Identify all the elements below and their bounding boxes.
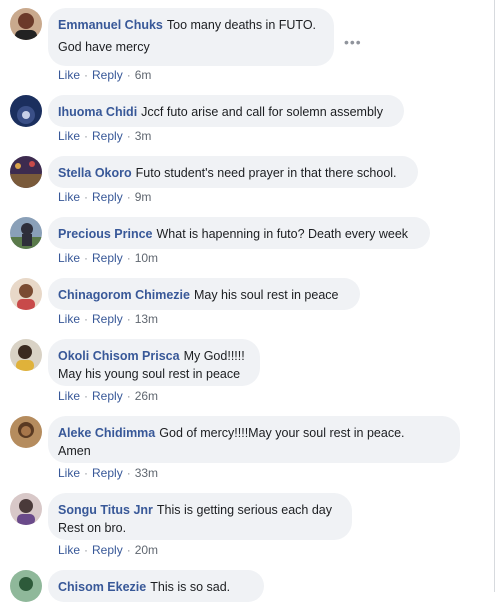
- comment-text: Futo student's need prayer in that there…: [135, 166, 397, 180]
- separator: ·: [84, 68, 89, 82]
- comment-bubble: Emmanuel Chuks Too many deaths in FUTO. G…: [48, 8, 334, 66]
- timestamp[interactable]: 3m: [135, 129, 152, 143]
- separator: ·: [84, 389, 89, 403]
- avatar[interactable]: [10, 95, 42, 127]
- comment-bubble: Ihuoma Chidi Jccf futo arise and call for…: [48, 95, 404, 127]
- comment-author[interactable]: Emmanuel Chuks: [58, 18, 163, 32]
- timestamp[interactable]: 9m: [135, 190, 152, 204]
- comment-text: Amen: [58, 444, 91, 458]
- comment-text: This is getting serious each day: [156, 503, 333, 517]
- avatar[interactable]: [10, 156, 42, 188]
- comment-bubble: Chisom Ekezie This is so sad.: [48, 570, 264, 602]
- comment-actions: Like · Reply · 26m: [58, 389, 158, 403]
- separator: ·: [84, 251, 89, 265]
- reply-link[interactable]: Reply: [92, 190, 123, 204]
- reply-link[interactable]: Reply: [92, 466, 123, 480]
- separator: ·: [84, 190, 89, 204]
- comment-author[interactable]: Okoli Chisom Prisca: [58, 349, 180, 363]
- comment-bubble: Aleke Chidimma God of mercy!!!!May your s…: [48, 416, 460, 463]
- like-link[interactable]: Like: [58, 543, 80, 557]
- comment-text: God of mercy!!!!May your soul rest in pe…: [159, 426, 405, 440]
- separator: ·: [84, 312, 89, 326]
- reply-link[interactable]: Reply: [92, 389, 123, 403]
- comment-author[interactable]: Ihuoma Chidi: [58, 105, 137, 119]
- comment-author[interactable]: Songu Titus Jnr: [58, 503, 153, 517]
- timestamp[interactable]: 13m: [135, 312, 158, 326]
- comment-text: May his soul rest in peace: [193, 288, 339, 302]
- comment-actions: Like · Reply · 9m: [58, 190, 151, 204]
- comment-text: Too many deaths in FUTO.: [166, 18, 317, 32]
- separator: ·: [126, 389, 131, 403]
- timestamp[interactable]: 10m: [135, 251, 158, 265]
- like-link[interactable]: Like: [58, 389, 80, 403]
- comment-bubble: Songu Titus Jnr This is getting serious e…: [48, 493, 352, 540]
- comment-author[interactable]: Chinagorom Chimezie: [58, 288, 190, 302]
- comment-actions: Like · Reply · 33m: [58, 466, 158, 480]
- comment-actions: Like · Reply · 3m: [58, 129, 151, 143]
- comment-text: God have mercy: [58, 40, 150, 54]
- avatar[interactable]: [10, 217, 42, 249]
- timestamp[interactable]: 6m: [135, 68, 152, 82]
- avatar[interactable]: [10, 416, 42, 448]
- comment-text: May his young soul rest in peace: [58, 367, 241, 381]
- like-link[interactable]: Like: [58, 190, 80, 204]
- timestamp[interactable]: 20m: [135, 543, 158, 557]
- comment-text: What is hapenning in futo? Death every w…: [156, 227, 409, 241]
- separator: ·: [126, 543, 131, 557]
- like-link[interactable]: Like: [58, 68, 80, 82]
- reply-link[interactable]: Reply: [92, 129, 123, 143]
- separator: ·: [126, 68, 131, 82]
- separator: ·: [84, 129, 89, 143]
- comment-actions: Like · Reply · 13m: [58, 312, 158, 326]
- avatar[interactable]: [10, 339, 42, 371]
- like-link[interactable]: Like: [58, 312, 80, 326]
- timestamp[interactable]: 26m: [135, 389, 158, 403]
- comment-bubble: Chinagorom Chimezie May his soul rest in …: [48, 278, 360, 310]
- avatar[interactable]: [10, 278, 42, 310]
- separator: ·: [126, 466, 131, 480]
- comment-author[interactable]: Aleke Chidimma: [58, 426, 155, 440]
- like-link[interactable]: Like: [58, 466, 80, 480]
- reply-link[interactable]: Reply: [92, 68, 123, 82]
- reply-link[interactable]: Reply: [92, 312, 123, 326]
- comment-actions: Like · Reply · 20m: [58, 543, 158, 557]
- comment-text: My God!!!!!: [183, 349, 245, 363]
- comment-actions: Like · Reply · 6m: [58, 68, 151, 82]
- like-link[interactable]: Like: [58, 251, 80, 265]
- comment-bubble: Stella Okoro Futo student's need prayer i…: [48, 156, 418, 188]
- separator: ·: [126, 251, 131, 265]
- like-link[interactable]: Like: [58, 129, 80, 143]
- comment-author[interactable]: Stella Okoro: [58, 166, 132, 180]
- separator: ·: [126, 129, 131, 143]
- separator: ·: [84, 466, 89, 480]
- comment-text: Jccf futo arise and call for solemn asse…: [141, 105, 383, 119]
- reply-link[interactable]: Reply: [92, 251, 123, 265]
- reply-link[interactable]: Reply: [92, 543, 123, 557]
- comment-actions: Like · Reply · 10m: [58, 251, 158, 265]
- comment-bubble: Precious Prince What is hapenning in futo…: [48, 217, 430, 249]
- avatar[interactable]: [10, 493, 42, 525]
- comment-bubble: Okoli Chisom Prisca My God!!!!! May his y…: [48, 339, 260, 386]
- avatar[interactable]: [10, 570, 42, 602]
- comment-text: Rest on bro.: [58, 521, 127, 535]
- more-options-icon[interactable]: •••: [344, 34, 362, 50]
- separator: ·: [84, 543, 89, 557]
- separator: ·: [126, 190, 131, 204]
- comment-author[interactable]: Precious Prince: [58, 227, 153, 241]
- avatar[interactable]: [10, 8, 42, 40]
- separator: ·: [126, 312, 131, 326]
- timestamp[interactable]: 33m: [135, 466, 158, 480]
